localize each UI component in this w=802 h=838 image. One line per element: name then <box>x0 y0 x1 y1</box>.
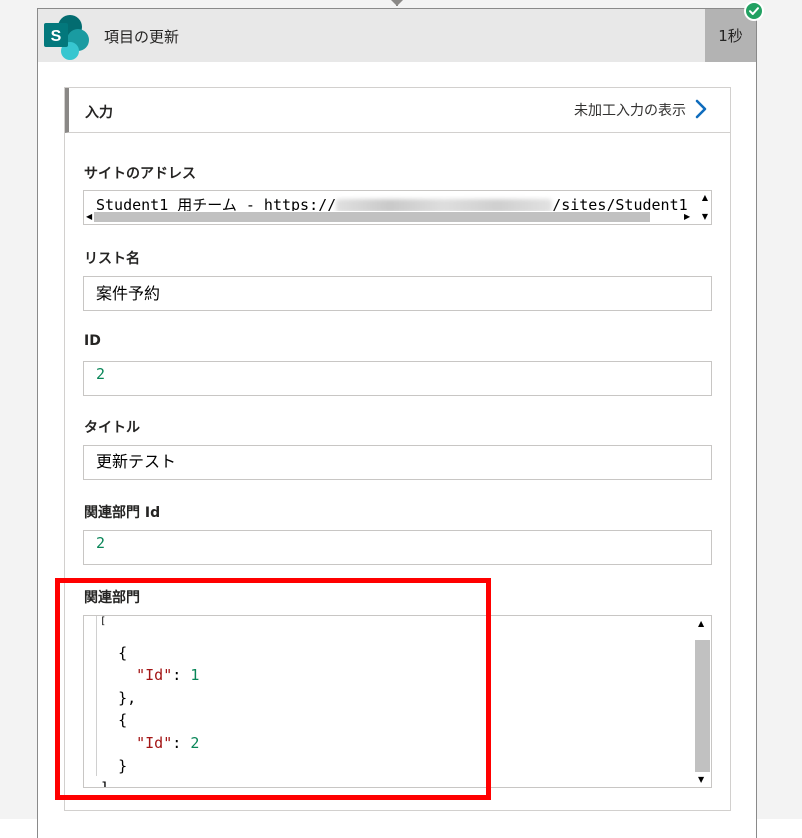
json-open-bracket: [ <box>100 616 107 627</box>
json-key: "Id" <box>136 733 173 752</box>
json-number: 1 <box>190 666 200 685</box>
list-name-label: リスト名 <box>84 251 140 267</box>
scroll-down-arrow-icon[interactable]: ▼ <box>702 213 708 221</box>
json-close-bracket: ] <box>100 779 109 787</box>
horizontal-scrollbar[interactable]: ◀ ▶ <box>84 211 695 223</box>
vertical-scroll-thumb[interactable] <box>695 640 710 772</box>
id-field[interactable]: 2 <box>83 361 712 396</box>
vertical-scrollbar[interactable]: ▲ ▼ <box>693 616 711 787</box>
json-number: 2 <box>190 733 200 752</box>
title-field[interactable]: 更新テスト <box>83 445 712 480</box>
title-value: 更新テスト <box>96 452 177 471</box>
site-address-label: サイトのアドレス <box>84 166 196 182</box>
list-name-field[interactable]: 案件予約 <box>83 276 712 311</box>
scroll-left-arrow-icon[interactable]: ◀ <box>86 213 92 221</box>
related-dept-label: 関連部門 <box>84 590 140 606</box>
json-brace: { <box>118 711 128 730</box>
sharepoint-logo-icon: S <box>44 15 89 60</box>
flow-connector-arrow-icon <box>391 0 403 6</box>
chevron-right-icon[interactable] <box>694 98 708 120</box>
json-key: "Id" <box>136 666 173 685</box>
success-check-icon <box>744 1 764 21</box>
svg-text:S: S <box>51 28 62 45</box>
list-name-value: 案件予約 <box>96 284 161 303</box>
related-dept-id-label: 関連部門 Id <box>84 505 161 521</box>
scroll-down-arrow-icon[interactable]: ▼ <box>698 776 704 784</box>
scroll-right-arrow-icon[interactable]: ▶ <box>684 213 690 221</box>
action-title: 項目の更新 <box>104 28 180 46</box>
related-dept-id-field[interactable]: 2 <box>83 530 712 565</box>
id-value: 2 <box>96 365 106 383</box>
related-dept-id-value: 2 <box>96 534 106 552</box>
inputs-panel-header[interactable]: 入力 未加工入力の表示 <box>65 88 730 133</box>
json-content: [ { "Id": 1 }, { "Id": 2 } ] <box>100 616 200 787</box>
scroll-up-arrow-icon[interactable]: ▲ <box>702 194 708 202</box>
inputs-heading: 入力 <box>85 105 113 121</box>
title-label: タイトル <box>84 420 140 436</box>
site-address-field[interactable]: Student1 用チーム - https:///sites/Student1 … <box>83 190 712 225</box>
json-brace: }, <box>118 688 137 707</box>
duration-text: 1秒 <box>718 27 743 45</box>
checkmark-icon <box>749 7 759 15</box>
action-card-header[interactable]: S 項目の更新 1秒 <box>38 9 756 62</box>
id-label: ID <box>84 333 101 349</box>
show-raw-inputs-link[interactable]: 未加工入力の表示 <box>574 100 686 120</box>
related-dept-json-field[interactable]: [ { "Id": 1 }, { "Id": 2 } ] ▲ ▼ <box>83 615 712 788</box>
horizontal-scroll-thumb[interactable] <box>94 212 650 222</box>
indent-guide <box>96 616 97 776</box>
json-brace: } <box>118 756 128 775</box>
json-brace: { <box>118 643 128 662</box>
scroll-up-arrow-icon[interactable]: ▲ <box>698 620 704 628</box>
